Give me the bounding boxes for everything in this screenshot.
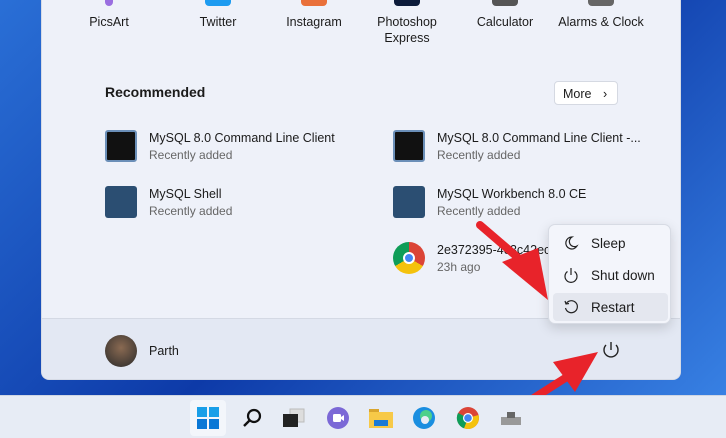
- folder-icon: [369, 409, 393, 428]
- chrome-icon: [456, 407, 479, 430]
- chat-icon: [327, 407, 349, 429]
- arrow-to-restart: [476, 221, 548, 300]
- edge-button[interactable]: [406, 400, 442, 436]
- chrome-taskbar-button[interactable]: [450, 400, 486, 436]
- taskbar: [0, 395, 726, 438]
- annotation-arrows: [476, 221, 598, 414]
- edge-icon: [413, 407, 435, 429]
- start-button[interactable]: [190, 400, 226, 436]
- task-view-button[interactable]: [276, 400, 312, 436]
- usb-drive-icon: [501, 412, 521, 425]
- windows-icon: [197, 407, 219, 429]
- search-button[interactable]: [234, 400, 270, 436]
- task-view-icon: [283, 408, 305, 427]
- usb-device-tray-button[interactable]: [493, 400, 529, 436]
- search-icon: [243, 408, 262, 427]
- file-explorer-button[interactable]: [363, 400, 399, 436]
- teams-chat-button[interactable]: [320, 400, 356, 436]
